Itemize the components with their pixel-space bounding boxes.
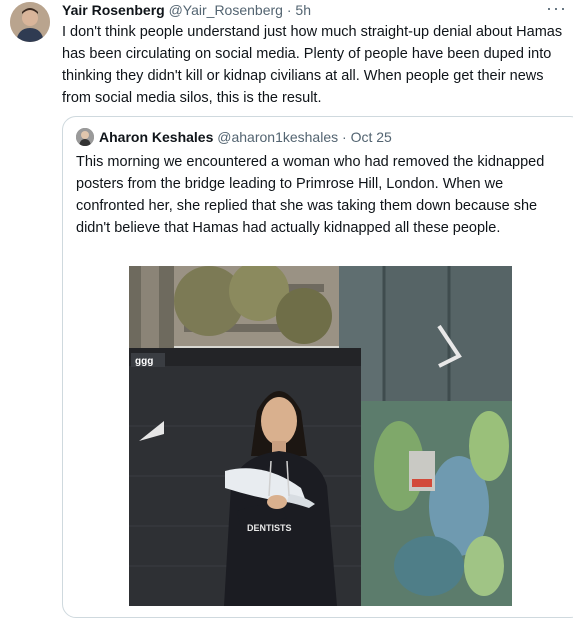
quoted-time-separator: · xyxy=(342,129,347,145)
tweet-header: Yair Rosenberg @Yair_Rosenberg · 5h xyxy=(62,1,311,19)
author-avatar[interactable] xyxy=(10,2,50,42)
tweet-time[interactable]: 5h xyxy=(295,2,311,18)
quoted-author-avatar xyxy=(76,128,94,146)
author-handle[interactable]: @Yair_Rosenberg xyxy=(169,2,283,18)
quoted-date[interactable]: Oct 25 xyxy=(351,129,392,145)
sweatshirt-text: DENTISTS xyxy=(247,523,292,533)
quoted-tweet-header: Aharon Keshales @aharon1keshales · Oct 2… xyxy=(76,128,392,146)
quoted-author-name[interactable]: Aharon Keshales xyxy=(99,129,213,145)
quoted-tweet-photo[interactable]: ggg DENTISTS xyxy=(129,266,512,606)
more-horizontal-icon[interactable]: ··· xyxy=(546,0,567,19)
time-separator: · xyxy=(286,2,292,18)
tweet-text: I don't think people understand just how… xyxy=(62,24,563,106)
wall-sign-text: ggg xyxy=(135,356,153,367)
quoted-tweet[interactable]: Aharon Keshales @aharon1keshales · Oct 2… xyxy=(62,116,573,618)
author-name[interactable]: Yair Rosenberg xyxy=(62,2,165,18)
quoted-tweet-text: This morning we encountered a woman who … xyxy=(76,154,545,236)
quoted-author-handle[interactable]: @aharon1keshales xyxy=(217,129,338,145)
